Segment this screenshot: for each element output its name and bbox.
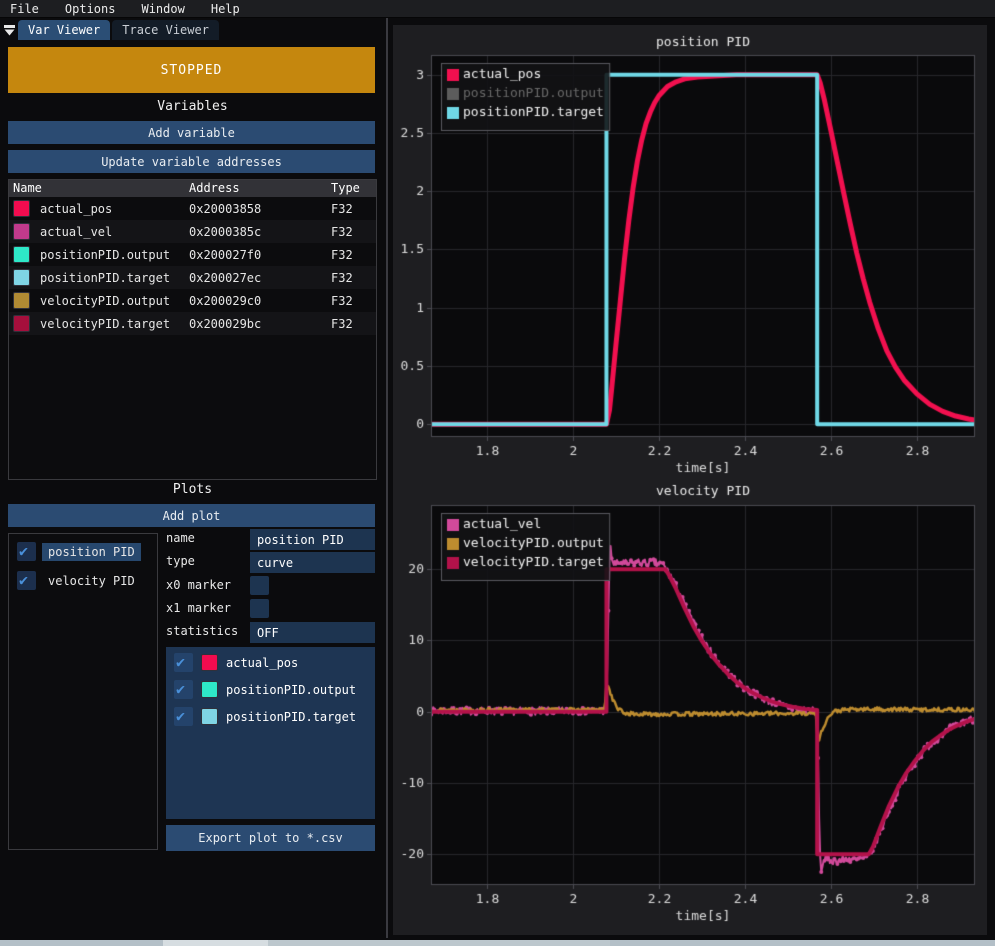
collapse-tabs-icon[interactable] xyxy=(0,20,18,40)
charts-panel xyxy=(393,25,987,935)
variable-name: velocityPID.target xyxy=(40,317,170,331)
series-color-swatch[interactable] xyxy=(201,654,218,671)
plot-series-list: actual_pos positionPID.output positionPI… xyxy=(166,647,375,819)
variables-table-header: Name Address Type xyxy=(9,180,376,197)
series-color-swatch[interactable] xyxy=(201,681,218,698)
plot-name-label[interactable]: position PID xyxy=(42,543,141,561)
acquisition-state-button[interactable]: STOPPED xyxy=(8,47,375,93)
variable-color-swatch[interactable] xyxy=(13,200,30,217)
plot-type-select[interactable]: curve xyxy=(250,552,375,573)
variable-color-swatch[interactable] xyxy=(13,246,30,263)
plot-list-item-velocity-pid[interactable]: velocity PID xyxy=(9,569,157,592)
plot-name-label[interactable]: velocity PID xyxy=(42,572,141,590)
plot-list: position PID velocity PID xyxy=(8,533,158,850)
bottom-scrollbar-segment xyxy=(268,940,610,946)
variable-type: F32 xyxy=(327,225,374,239)
variable-type: F32 xyxy=(327,271,374,285)
series-visible-checkbox[interactable] xyxy=(174,680,193,699)
series-name-label: actual_pos xyxy=(226,656,298,670)
tab-var-viewer[interactable]: Var Viewer xyxy=(18,20,110,40)
plot-visible-checkbox[interactable] xyxy=(17,542,36,561)
variable-address: 0x2000385c xyxy=(185,225,327,239)
variable-name: positionPID.target xyxy=(40,271,170,285)
series-name-label: positionPID.target xyxy=(226,710,356,724)
table-row[interactable]: positionPID.output 0x200027f0 F32 xyxy=(9,243,376,266)
tab-trace-viewer[interactable]: Trace Viewer xyxy=(112,20,219,40)
table-row[interactable]: velocityPID.target 0x200029bc F32 xyxy=(9,312,376,335)
table-row[interactable]: actual_vel 0x2000385c F32 xyxy=(9,220,376,243)
variable-type: F32 xyxy=(327,317,374,331)
plots-section-title: Plots xyxy=(0,482,385,497)
x0-marker-label: x0 marker xyxy=(166,578,231,592)
plot-name-input[interactable]: position PID xyxy=(250,529,375,550)
menu-window[interactable]: Window xyxy=(141,2,184,16)
menu-options[interactable]: Options xyxy=(65,2,116,16)
variable-color-swatch[interactable] xyxy=(13,223,30,240)
bottom-scrollbar-thumb[interactable] xyxy=(163,940,268,946)
x0-marker-checkbox[interactable] xyxy=(250,576,269,595)
series-item-actual-pos[interactable]: actual_pos xyxy=(166,651,375,674)
add-plot-button[interactable]: Add plot xyxy=(8,504,375,527)
plot-list-item-position-pid[interactable]: position PID xyxy=(9,540,157,563)
variable-type: F32 xyxy=(327,294,374,308)
statistics-toggle[interactable]: OFF xyxy=(250,622,375,643)
variable-address: 0x20003858 xyxy=(185,202,327,216)
variable-type: F32 xyxy=(327,248,374,262)
variable-name: actual_vel xyxy=(40,225,112,239)
variable-type: F32 xyxy=(327,202,374,216)
statistics-label: statistics xyxy=(166,624,238,638)
tab-bar: Var Viewer Trace Viewer xyxy=(0,18,385,40)
variable-name: actual_pos xyxy=(40,202,112,216)
series-visible-checkbox[interactable] xyxy=(174,707,193,726)
name-label: name xyxy=(166,531,195,545)
table-row[interactable]: velocityPID.output 0x200029c0 F32 xyxy=(9,289,376,312)
table-row[interactable]: actual_pos 0x20003858 F32 xyxy=(9,197,376,220)
bottom-scrollbar[interactable] xyxy=(0,940,995,946)
variable-color-swatch[interactable] xyxy=(13,315,30,332)
app-window: { "menu": { "items": ["File", "Options",… xyxy=(0,0,995,946)
variable-color-swatch[interactable] xyxy=(13,292,30,309)
table-row[interactable]: positionPID.target 0x200027ec F32 xyxy=(9,266,376,289)
column-header-type[interactable]: Type xyxy=(327,180,374,197)
menu-file[interactable]: File xyxy=(10,2,39,16)
series-visible-checkbox[interactable] xyxy=(174,653,193,672)
update-variable-addresses-button[interactable]: Update variable addresses xyxy=(8,150,375,173)
variable-name: positionPID.output xyxy=(40,248,170,262)
series-item-positionpid-output[interactable]: positionPID.output xyxy=(166,678,375,701)
series-item-positionpid-target[interactable]: positionPID.target xyxy=(166,705,375,728)
export-csv-button[interactable]: Export plot to *.csv xyxy=(166,825,375,851)
variables-section-title: Variables xyxy=(0,99,385,114)
variable-name: velocityPID.output xyxy=(40,294,170,308)
series-color-swatch[interactable] xyxy=(201,708,218,725)
add-variable-button[interactable]: Add variable xyxy=(8,121,375,144)
series-name-label: positionPID.output xyxy=(226,683,356,697)
pane-splitter[interactable] xyxy=(386,18,388,938)
type-label: type xyxy=(166,554,195,568)
menu-help[interactable]: Help xyxy=(211,2,240,16)
plot-visible-checkbox[interactable] xyxy=(17,571,36,590)
variables-table: Name Address Type actual_pos 0x20003858 … xyxy=(8,179,377,480)
variable-address: 0x200027f0 xyxy=(185,248,327,262)
menu-bar: File Options Window Help xyxy=(0,0,995,18)
x1-marker-checkbox[interactable] xyxy=(250,599,269,618)
pid-charts-canvas[interactable] xyxy=(393,25,987,935)
variables-table-body: actual_pos 0x20003858 F32 actual_vel 0x2… xyxy=(9,197,376,335)
variable-address: 0x200029c0 xyxy=(185,294,327,308)
column-header-name[interactable]: Name xyxy=(9,180,185,197)
variable-address: 0x200027ec xyxy=(185,271,327,285)
x1-marker-label: x1 marker xyxy=(166,601,231,615)
column-header-address[interactable]: Address xyxy=(185,180,327,197)
variable-color-swatch[interactable] xyxy=(13,269,30,286)
variable-address: 0x200029bc xyxy=(185,317,327,331)
